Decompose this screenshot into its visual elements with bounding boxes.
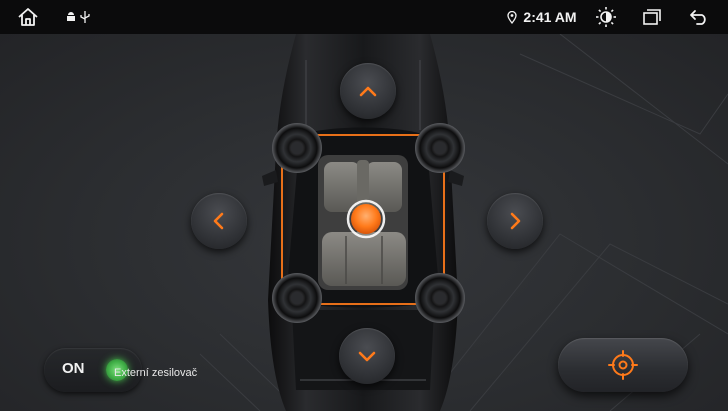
toggle-state-label: ON [62,360,85,377]
crosshair-icon [608,350,638,380]
brightness-icon[interactable] [592,0,620,34]
chevron-left-icon [213,212,224,230]
recent-apps-icon[interactable] [640,0,664,34]
chevron-up-icon [359,86,377,97]
home-icon[interactable] [14,0,42,34]
balance-right-button[interactable] [487,193,543,249]
center-balance-button[interactable] [558,338,688,392]
balance-down-button[interactable] [339,328,395,384]
android-icon [64,0,78,34]
balance-left-button[interactable] [191,193,247,249]
external-amp-label: Externí zesilovač [114,367,198,379]
speaker-balance-panel: ON Externí zesilovač [0,34,728,411]
status-bar: 2:41 AM [0,0,728,34]
speaker-front-right [415,123,465,173]
balance-up-button[interactable] [340,63,396,119]
speaker-rear-left [272,273,322,323]
back-arrow-icon[interactable] [686,0,712,34]
chevron-right-icon [510,212,521,230]
chevron-down-icon [358,351,376,362]
speaker-front-left [272,123,322,173]
clock: 2:41 AM [523,9,577,25]
speaker-rear-right [415,273,465,323]
usb-icon [79,0,91,34]
location-pin-icon [506,0,518,34]
sound-focus-handle[interactable] [346,199,386,239]
